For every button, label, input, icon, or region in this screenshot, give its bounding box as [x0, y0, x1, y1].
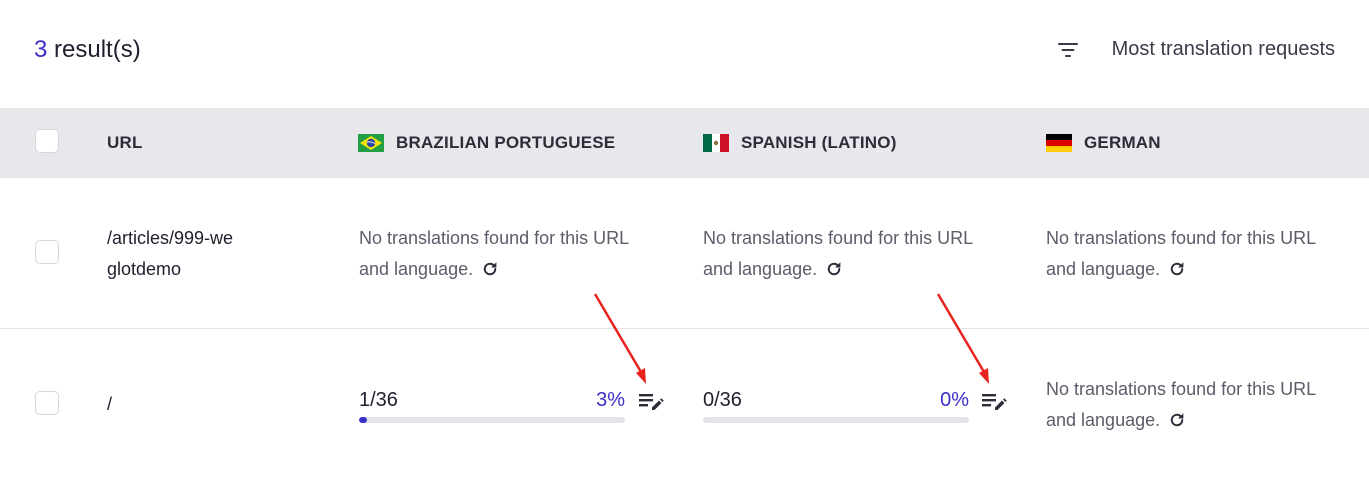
url-cell[interactable]: / — [107, 389, 277, 420]
progress-track — [703, 417, 969, 423]
progress-count: 1/36 — [359, 389, 398, 411]
brazil-flag-icon — [358, 134, 384, 152]
message-line: and language. — [1046, 410, 1161, 430]
row-checkbox[interactable] — [35, 391, 59, 415]
message-line: and language. — [1046, 259, 1161, 279]
message-line: and language. — [703, 259, 818, 279]
refresh-icon[interactable] — [825, 260, 843, 278]
progress-percent: 0% — [940, 389, 969, 411]
column-header-brazilian-portuguese: BRAZILIAN PORTUGUESE — [358, 108, 615, 178]
edit-translations-icon[interactable] — [638, 391, 664, 413]
no-translations-message: No translations found for this URL and l… — [359, 223, 669, 285]
url-line: / — [107, 394, 113, 414]
progress-count: 0/36 — [703, 389, 742, 411]
column-header-spanish-latino: SPANISH (LATINO) — [703, 108, 897, 178]
url-cell[interactable]: /articles/999-we glotdemo — [107, 223, 277, 285]
no-translations-message: No translations found for this URL and l… — [1046, 223, 1356, 285]
progress-track — [359, 417, 625, 423]
url-line: glotdemo — [107, 259, 182, 279]
message-line: No translations found for this URL — [1046, 228, 1317, 248]
row-checkbox[interactable] — [35, 240, 59, 264]
progress-fill — [359, 417, 367, 423]
table-row: /articles/999-we glotdemo No translation… — [0, 178, 1369, 328]
results-bar: 3 result(s) Most translation requests — [0, 0, 1369, 108]
sort-label[interactable]: Most translation requests — [1112, 38, 1335, 61]
column-header-url: URL — [107, 133, 143, 152]
column-header-label: SPANISH (LATINO) — [741, 133, 897, 152]
results-count-suffix: result(s) — [47, 36, 141, 63]
refresh-icon[interactable] — [1168, 260, 1186, 278]
select-all-checkbox[interactable] — [35, 129, 59, 153]
progress-percent: 3% — [596, 389, 625, 411]
germany-flag-icon — [1046, 134, 1072, 152]
refresh-icon[interactable] — [1168, 411, 1186, 429]
column-header-german: GERMAN — [1046, 108, 1161, 178]
no-translations-message: No translations found for this URL and l… — [703, 223, 1013, 285]
message-line: and language. — [359, 259, 474, 279]
table-row: / 1/36 3% 0/36 0% No translations found … — [0, 329, 1369, 477]
column-header-label: BRAZILIAN PORTUGUESE — [396, 133, 616, 152]
results-count: 3 result(s) — [34, 36, 141, 64]
edit-translations-icon[interactable] — [981, 391, 1007, 413]
message-line: No translations found for this URL — [1046, 379, 1317, 399]
message-line: No translations found for this URL — [703, 228, 974, 248]
mexico-flag-icon — [703, 134, 729, 152]
message-line: No translations found for this URL — [359, 228, 630, 248]
url-line: /articles/999-we — [107, 228, 234, 248]
sort-control[interactable]: Most translation requests — [1057, 38, 1335, 61]
filter-sort-icon[interactable] — [1057, 40, 1078, 60]
results-count-number: 3 — [34, 36, 48, 63]
table-header: URL BRAZILIAN PORTUGUESE SPANISH (LATINO… — [0, 108, 1369, 178]
no-translations-message: No translations found for this URL and l… — [1046, 374, 1356, 436]
refresh-icon[interactable] — [481, 260, 499, 278]
column-header-label: GERMAN — [1084, 133, 1161, 152]
